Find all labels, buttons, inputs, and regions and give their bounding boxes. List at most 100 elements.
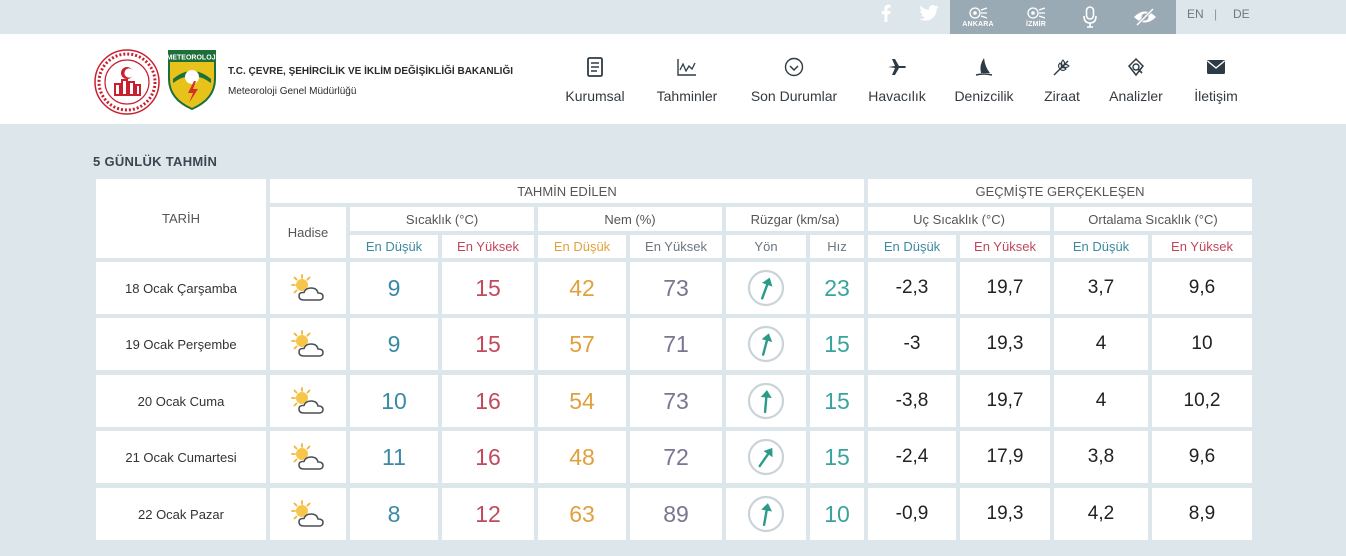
event-cell	[270, 262, 346, 314]
event-cell	[270, 431, 346, 483]
hmax-value: 73	[663, 387, 689, 414]
value-speed: 15	[810, 431, 864, 483]
lang-de-link[interactable]: DE	[1233, 7, 1250, 21]
amax-value: 9,6	[1188, 446, 1216, 467]
tmin-value: 11	[382, 443, 406, 470]
value-amax: 9,6	[1152, 431, 1252, 483]
value-tmax: 15	[442, 318, 534, 370]
microphone-icon[interactable]	[1078, 0, 1102, 34]
row-date: 18 Ocak Çarşamba	[96, 262, 266, 314]
hmin-value: 63	[569, 500, 595, 527]
amin-value: 4	[1095, 390, 1107, 411]
col-temp-header: Sıcaklık (°C)	[350, 207, 534, 231]
twitter-icon[interactable]	[918, 2, 940, 24]
nav-ziraat[interactable]: Ziraat	[1036, 54, 1088, 110]
speed-value: 15	[824, 443, 850, 470]
nav-iletisim[interactable]: İletişim	[1186, 54, 1246, 110]
event-cell	[270, 488, 346, 540]
tmax-value: 15	[475, 274, 501, 301]
speed-value: 10	[824, 500, 850, 527]
lang-separator: |	[1214, 7, 1218, 21]
wind-direction-cell	[726, 431, 806, 483]
value-tmin: 10	[350, 375, 438, 427]
amax-value: 10,2	[1183, 390, 1221, 411]
partly-cloudy-icon	[291, 387, 324, 414]
row-date: 19 Ocak Perşembe	[96, 318, 266, 370]
sub-wind-speed: Hız	[810, 235, 864, 258]
value-amin: 4,2	[1054, 488, 1148, 540]
sub-avg-max: En Yüksek	[1152, 235, 1252, 258]
nav-analizler[interactable]: Analizler	[1102, 54, 1170, 110]
envelope-icon	[1207, 60, 1225, 74]
meteoroloji-logo[interactable]: METEOROLOJİ	[167, 49, 218, 111]
value-xmax: 19,3	[960, 488, 1050, 540]
nav-kurumsal[interactable]: Kurumsal	[556, 54, 634, 110]
group-history-header: GEÇMİŞTE GERÇEKLEŞEN	[868, 179, 1252, 203]
nav-havacilik[interactable]: Havacılık	[862, 54, 932, 110]
row-date: 22 Ocak Pazar	[96, 488, 266, 540]
value-amax: 10	[1152, 318, 1252, 370]
nav-son-durumlar[interactable]: Son Durumlar	[744, 54, 844, 110]
value-xmax: 19,7	[960, 262, 1050, 314]
radar-izmir-button[interactable]: İZMİR	[1016, 0, 1056, 34]
nav-havacilik-label: Havacılık	[868, 88, 926, 104]
tmin-value: 8	[387, 500, 401, 527]
value-tmin: 8	[350, 488, 438, 540]
hmax-value: 89	[663, 500, 689, 527]
radar-icon	[969, 7, 988, 19]
value-speed: 15	[810, 375, 864, 427]
value-tmax: 15	[442, 262, 534, 314]
lang-en-link[interactable]: EN	[1187, 7, 1204, 21]
radar-icon	[1027, 7, 1046, 19]
value-amin: 3,7	[1054, 262, 1148, 314]
nav-denizcilik[interactable]: Denizcilik	[948, 54, 1020, 110]
partly-cloudy-icon	[291, 274, 324, 301]
value-speed: 15	[810, 318, 864, 370]
xmax-value: 19,7	[986, 277, 1024, 298]
nav-ziraat-label: Ziraat	[1044, 88, 1080, 104]
col-wind-header: Rüzgar (km/sa)	[726, 207, 864, 231]
analysis-icon	[1128, 57, 1144, 77]
xmax-value: 17,9	[986, 446, 1024, 467]
value-tmin: 9	[350, 262, 438, 314]
amin-value: 3,7	[1087, 277, 1115, 298]
value-amax: 8,9	[1152, 488, 1252, 540]
date-label: 20 Ocak Cuma	[137, 393, 225, 409]
facebook-icon[interactable]	[878, 2, 894, 24]
nav-tahminler[interactable]: Tahminler	[646, 54, 728, 110]
value-amin: 3,8	[1054, 431, 1148, 483]
xmin-value: -2,3	[895, 277, 929, 298]
hmin-value: 42	[569, 274, 595, 301]
ministry-logo[interactable]	[94, 49, 160, 115]
sub-avg-min: En Düşük	[1054, 235, 1148, 258]
value-xmin: -2,3	[868, 262, 956, 314]
amin-value: 4	[1095, 333, 1107, 354]
eye-slash-icon[interactable]	[1132, 0, 1158, 34]
xmax-value: 19,7	[986, 390, 1024, 411]
col-date-header: TARİH	[96, 179, 266, 258]
xmin-value: -3,8	[895, 390, 929, 411]
value-tmax: 16	[442, 375, 534, 427]
forecast-section-title: 5 GÜNLÜK TAHMİN	[93, 154, 218, 169]
value-hmin: 48	[538, 431, 626, 483]
value-amin: 4	[1054, 375, 1148, 427]
date-label: 22 Ocak Pazar	[138, 506, 224, 522]
tmax-value: 16	[475, 387, 501, 414]
radar-ankara-button[interactable]: ANKARA	[958, 0, 998, 34]
date-label: 21 Ocak Cumartesi	[125, 449, 237, 465]
value-xmin: -2,4	[868, 431, 956, 483]
value-hmin: 54	[538, 375, 626, 427]
sail-icon	[975, 58, 993, 76]
partly-cloudy-icon	[291, 330, 324, 357]
row-date: 20 Ocak Cuma	[96, 375, 266, 427]
xmax-value: 19,3	[986, 333, 1024, 354]
wind-direction-arrow-icon	[747, 382, 785, 420]
ministry-name: T.C. ÇEVRE, ŞEHİRCİLİK VE İKLİM DEĞİŞİKL…	[228, 66, 514, 77]
sub-extreme-min: En Düşük	[868, 235, 956, 258]
value-tmin: 11	[350, 431, 438, 483]
value-xmax: 19,7	[960, 375, 1050, 427]
nav-kurumsal-label: Kurumsal	[565, 88, 625, 104]
value-hmin: 57	[538, 318, 626, 370]
tmax-value: 12	[475, 500, 501, 527]
value-hmax: 73	[630, 375, 722, 427]
